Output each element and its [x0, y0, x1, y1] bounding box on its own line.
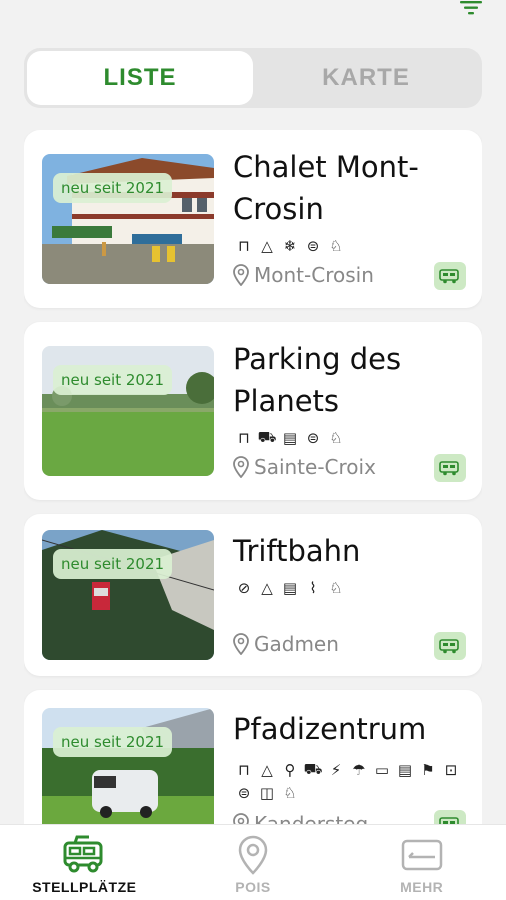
dog-icon: ♘ — [329, 237, 343, 255]
camper-badge — [434, 810, 466, 824]
snowflake-icon: ❄ — [283, 237, 297, 255]
shopping-cart-icon: ⛟ — [303, 760, 323, 778]
view-toggle: LISTE KARTE — [24, 48, 482, 108]
camper-badge — [434, 454, 466, 482]
restaurant-icon: ⊜ — [237, 784, 251, 802]
faucet-icon: ⌇ — [309, 579, 317, 597]
nav-pois[interactable]: POIS — [169, 825, 338, 900]
camper-icon — [439, 461, 459, 476]
spot-title: Pfadizentrum — [233, 712, 427, 746]
sink-icon: ▭ — [374, 761, 390, 779]
trash-icon: ▤ — [282, 429, 298, 447]
filter-icon[interactable] — [460, 0, 482, 16]
new-badge: neu seit 2021 — [53, 549, 173, 579]
dog-icon: ♘ — [283, 784, 297, 802]
tab-liste[interactable]: LISTE — [27, 51, 253, 105]
spot-location: Gadmen — [232, 632, 339, 656]
flag-icon: ⚑ — [421, 761, 435, 779]
hiking-icon: ⚲ — [284, 761, 296, 779]
dog-icon: ♘ — [329, 429, 343, 447]
nav-stellplaetze[interactable]: STELLPLÄTZE — [0, 825, 169, 900]
new-badge: neu seit 2021 — [53, 365, 173, 395]
no-entry-icon: ⊘ — [237, 579, 251, 597]
camper-icon — [439, 269, 459, 284]
more-box-icon — [401, 839, 442, 871]
picnic-table-icon: ⊓ — [238, 237, 250, 255]
map-pin-icon — [233, 456, 249, 478]
map-pin-icon — [238, 835, 268, 875]
spot-title: Triftbahn — [233, 534, 361, 568]
spot-title: Parking des Planets — [233, 342, 402, 418]
location-text: Gadmen — [254, 632, 339, 656]
picnic-table-icon: ⊓ — [238, 761, 250, 779]
washer-icon: ⊡ — [444, 761, 458, 779]
location-text: Mont-Crosin — [254, 263, 374, 287]
nav-label: MEHR — [400, 879, 444, 895]
spot-photo: neu seit 2021 — [42, 346, 214, 476]
map-pin-icon — [233, 264, 249, 286]
shopping-cart-icon: ⛟ — [257, 428, 277, 446]
amenity-row: ⊓ △ ⚲ ⛟ ⚡ ☂ ▭ ▤ ⚑ ⊡ ⊜ ◫ ♘ — [234, 760, 464, 803]
spot-location: Kandersteg — [232, 812, 368, 824]
camper-icon — [63, 835, 103, 873]
camper-badge — [434, 262, 466, 290]
camper-badge — [434, 632, 466, 660]
new-badge: neu seit 2021 — [53, 727, 173, 757]
spot-photo: neu seit 2021 — [42, 154, 214, 284]
trash-icon: ▤ — [397, 761, 413, 779]
location-text: Kandersteg — [254, 812, 369, 824]
spot-card[interactable]: neu seit 2021 Chalet Mont-Crosin ⊓ △ ❄ ⊜… — [24, 130, 482, 308]
grill-icon: ◫ — [259, 784, 275, 802]
trash-icon: ▤ — [282, 579, 298, 597]
amenity-row: ⊓ △ ❄ ⊜ ♘ — [234, 236, 464, 256]
map-pin-icon — [233, 813, 249, 824]
nav-mehr[interactable]: MEHR — [337, 825, 506, 900]
amenity-row: ⊘ △ ▤ ⌇ ♘ — [234, 578, 464, 598]
nav-label: POIS — [235, 879, 271, 895]
restaurant-icon: ⊜ — [306, 429, 320, 447]
spot-title: Chalet Mont-Crosin — [233, 150, 419, 226]
amenity-row: ⊓ ⛟ ▤ ⊜ ♘ — [234, 428, 464, 448]
tab-karte[interactable]: KARTE — [253, 51, 479, 105]
camper-icon — [439, 817, 459, 824]
spot-location: Sainte-Croix — [232, 455, 376, 479]
tent-icon: △ — [261, 761, 273, 779]
spot-card[interactable]: neu seit 2021 Parking des Planets ⊓ ⛟ ▤ … — [24, 322, 482, 500]
spot-location: Mont-Crosin — [232, 263, 374, 287]
camper-icon — [439, 639, 459, 654]
shower-icon: ☂ — [352, 761, 366, 779]
map-pin-icon — [233, 633, 249, 655]
nav-label: STELLPLÄTZE — [32, 879, 137, 895]
dog-icon: ♘ — [329, 579, 343, 597]
tent-icon: △ — [261, 237, 273, 255]
location-text: Sainte-Croix — [254, 455, 376, 479]
plug-icon: ⚡ — [330, 761, 342, 779]
new-badge: neu seit 2021 — [53, 173, 173, 203]
tent-icon: △ — [261, 579, 273, 597]
picnic-table-icon: ⊓ — [238, 429, 250, 447]
bottom-nav: STELLPLÄTZE POIS MEHR — [0, 824, 506, 900]
restaurant-icon: ⊜ — [306, 237, 320, 255]
spot-photo: neu seit 2021 — [42, 708, 214, 824]
spot-list: neu seit 2021 Chalet Mont-Crosin ⊓ △ ❄ ⊜… — [24, 130, 482, 824]
spot-card[interactable]: neu seit 2021 Pfadizentrum ⊓ △ ⚲ ⛟ ⚡ ☂ ▭… — [24, 690, 482, 824]
spot-photo: neu seit 2021 — [42, 530, 214, 660]
spot-card[interactable]: neu seit 2021 Triftbahn ⊘ △ ▤ ⌇ ♘ Gadmen — [24, 514, 482, 676]
